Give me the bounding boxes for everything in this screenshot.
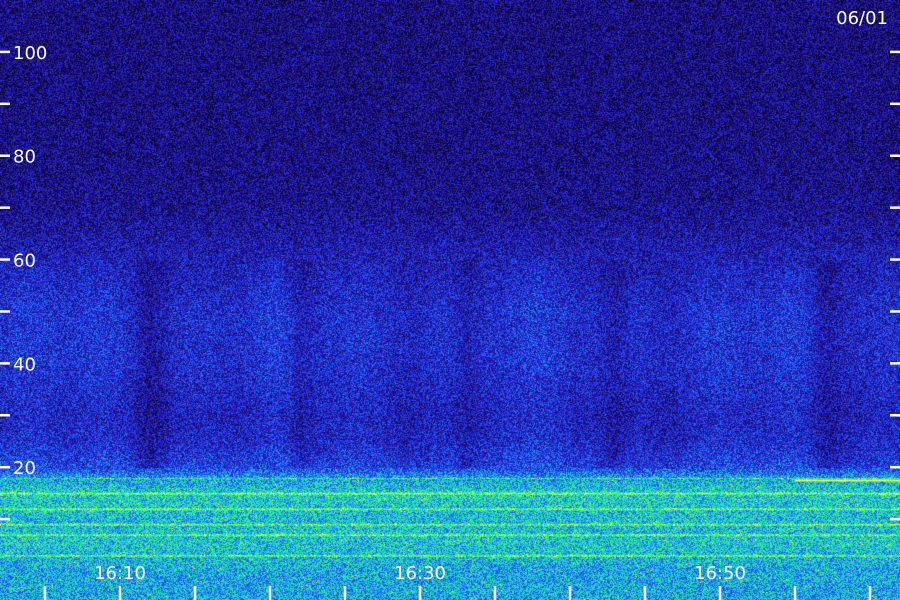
x-tick-label: 16:30 [394, 563, 446, 584]
x-axis: 16:10 16:30 16:50 [43, 563, 872, 600]
y-axis-left: 20 40 60 80 100 [0, 43, 47, 521]
y-axis-right [890, 50, 900, 521]
axes-overlay: 20 40 60 80 100 16:10 16:30 16:50 06/01 [0, 8, 900, 600]
x-tick-label: 16:10 [94, 563, 146, 584]
y-tick-label: 80 [13, 147, 36, 168]
y-tick-label: 20 [13, 458, 36, 479]
y-tick-label: 40 [13, 354, 36, 375]
x-tick-label: 16:50 [694, 563, 746, 584]
date-label: 06/01 [836, 8, 888, 29]
y-tick-label: 60 [13, 251, 36, 272]
y-tick-label: 100 [13, 43, 47, 64]
